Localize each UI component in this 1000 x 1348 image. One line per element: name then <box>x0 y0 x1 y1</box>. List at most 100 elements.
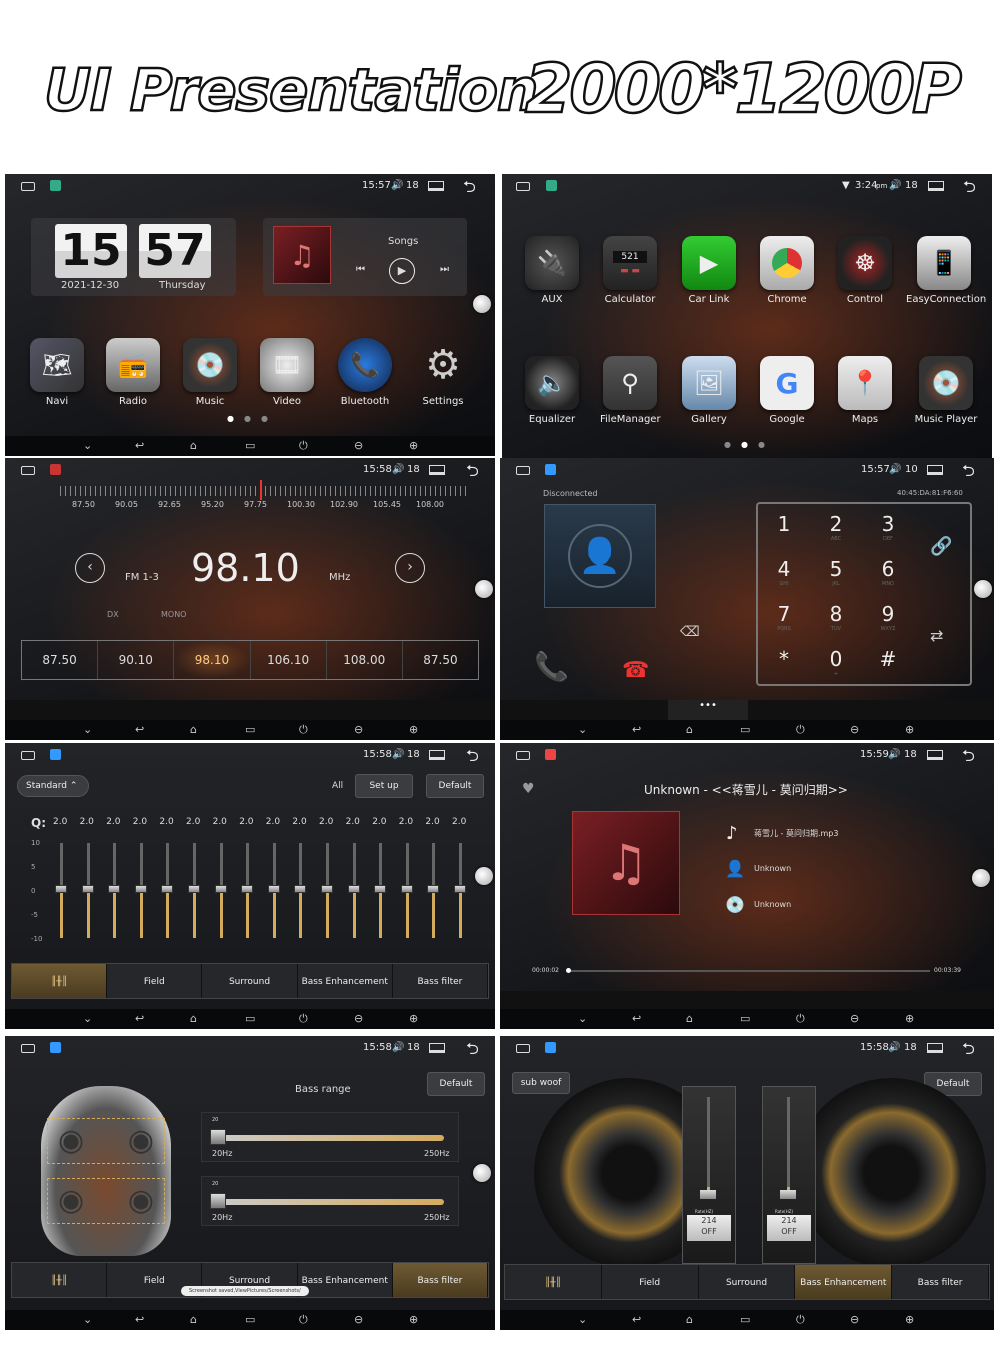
app-calculator[interactable]: 521 ▬ ▬ Calculator <box>600 236 660 305</box>
sub-track[interactable] <box>707 1097 710 1197</box>
recent-icon[interactable]: ▭ <box>740 1012 750 1025</box>
eq-band-knob[interactable] <box>374 885 387 893</box>
q-value[interactable]: 2.0 <box>452 817 466 827</box>
home-icon[interactable] <box>21 751 35 760</box>
q-value[interactable]: 2.0 <box>266 817 280 827</box>
preset-item[interactable]: 87.50 <box>22 641 99 679</box>
tuning-needle[interactable] <box>260 480 262 500</box>
next-icon[interactable]: ⏭ <box>440 264 449 275</box>
preset-item[interactable]: 90.10 <box>98 641 175 679</box>
home-icon[interactable]: ⌂ <box>686 1012 693 1025</box>
app-maps[interactable]: 📍 Maps <box>835 356 895 425</box>
power-icon[interactable]: ⏻ <box>299 1313 308 1327</box>
eq-band-knob[interactable] <box>321 885 333 893</box>
app-music[interactable]: 💿 Music <box>180 338 240 407</box>
app-navi[interactable]: 🗺 Navi <box>27 338 87 407</box>
slider-track[interactable] <box>212 1135 444 1141</box>
volume-down-icon[interactable]: ⊖ <box>354 1313 363 1326</box>
prev-icon[interactable]: ⏮ <box>356 264 365 275</box>
home-icon[interactable]: ⌂ <box>190 723 197 736</box>
eq-band-knob[interactable] <box>134 885 147 893</box>
slider-track[interactable] <box>212 1199 444 1205</box>
collapse-icon[interactable]: ⌄ <box>83 1313 92 1326</box>
tab-bass-enhancement[interactable]: Bass Enhancement <box>298 964 393 998</box>
floating-ball[interactable] <box>473 1164 491 1182</box>
preset-item[interactable]: 87.50 <box>403 641 478 679</box>
tab-eq[interactable]: ║╫║ <box>12 964 108 998</box>
volume-up-icon[interactable]: ⊕ <box>409 1012 418 1025</box>
volume-down-icon[interactable]: ⊖ <box>850 723 859 736</box>
music-toolbar[interactable] <box>500 991 994 1009</box>
q-value[interactable]: 2.0 <box>399 817 413 827</box>
tab-bass-enhancement[interactable]: Bass Enhancement <box>298 1263 393 1297</box>
app-aux[interactable]: 🔌 AUX <box>522 236 582 305</box>
slider-knob[interactable] <box>210 1129 226 1145</box>
volume-up-icon[interactable]: ⊕ <box>905 723 914 736</box>
q-value[interactable]: 2.0 <box>106 817 120 827</box>
app-equalizer[interactable]: 🔈 Equalizer <box>522 356 582 425</box>
q-value[interactable]: 2.0 <box>319 817 333 827</box>
front-speakers[interactable]: ◉ ◉ <box>47 1118 165 1164</box>
audio-transfer-icon[interactable]: ⇄ <box>930 626 943 645</box>
window-icon[interactable] <box>429 1043 445 1053</box>
q-value[interactable]: 2.0 <box>186 817 200 827</box>
home-icon[interactable] <box>21 466 35 475</box>
back-icon[interactable]: ↩ <box>135 439 144 452</box>
q-value[interactable]: 2.0 <box>159 817 173 827</box>
eq-band-knob[interactable] <box>267 885 280 893</box>
app-gallery[interactable]: 🖼 Gallery <box>679 356 739 425</box>
sub-knob[interactable] <box>780 1190 796 1199</box>
rate-box[interactable]: 214 OFF <box>767 1215 811 1241</box>
volume-down-icon[interactable]: ⊖ <box>354 723 363 736</box>
frequency-scale[interactable] <box>60 486 470 496</box>
volume-up-icon[interactable]: ⊕ <box>905 1313 914 1326</box>
back-icon[interactable]: ⮌ <box>963 176 976 203</box>
tab-bass-filter[interactable]: Bass filter <box>393 964 489 998</box>
back-icon[interactable]: ↩ <box>135 1313 144 1326</box>
music-widget[interactable]: ♫ Songs ⏮ ▶ ⏭ <box>263 218 467 296</box>
dial-key[interactable]: 8 TUV <box>810 602 862 632</box>
dial-key[interactable]: 5 JKL <box>810 557 862 587</box>
q-value[interactable]: 2.0 <box>372 817 386 827</box>
floating-ball[interactable] <box>475 580 493 598</box>
app-google[interactable]: G Google <box>757 356 817 425</box>
back-icon[interactable]: ⮌ <box>466 460 479 487</box>
phone-toolbar[interactable]: ••• <box>500 700 994 720</box>
tab-field[interactable]: Field <box>107 964 203 998</box>
recent-icon[interactable]: ▭ <box>740 1313 750 1326</box>
link-icon[interactable]: 🔗 <box>930 536 952 557</box>
dial-key[interactable]: 6 MNO <box>862 557 914 587</box>
back-icon[interactable]: ↩ <box>632 1313 641 1326</box>
clock-widget[interactable]: 15 57 2021-12-30 Thursday <box>31 218 236 296</box>
back-icon[interactable]: ⮌ <box>962 1038 975 1065</box>
hangup-icon[interactable]: ☎ <box>622 658 649 683</box>
dial-key[interactable]: * <box>758 647 810 671</box>
q-value[interactable]: 2.0 <box>80 817 94 827</box>
tab-surround[interactable]: Surround <box>699 1265 796 1299</box>
home-icon[interactable] <box>516 466 530 475</box>
home-icon[interactable]: ⌂ <box>190 1012 197 1025</box>
app-settings[interactable]: ⚙ Settings <box>413 338 473 407</box>
eq-band-knob[interactable] <box>400 885 413 893</box>
radio-toolbar[interactable] <box>5 700 495 720</box>
volume-up-icon[interactable]: ⊕ <box>409 723 418 736</box>
eq-band-knob[interactable] <box>347 885 360 893</box>
back-icon[interactable]: ↩ <box>135 1012 144 1025</box>
dial-key[interactable]: 9 WXYZ <box>862 602 914 632</box>
floating-ball[interactable] <box>473 295 491 313</box>
app-radio[interactable]: 📻 Radio <box>103 338 163 407</box>
volume-up-icon[interactable]: ⊕ <box>409 1313 418 1326</box>
volume-up-icon[interactable]: ⊕ <box>409 439 418 452</box>
preset-dropdown[interactable]: Standard ⌃ <box>17 775 89 797</box>
app-car-link[interactable]: ▶ Car Link <box>679 236 739 305</box>
collapse-icon[interactable]: ⌄ <box>83 1012 92 1025</box>
recent-icon[interactable]: ▭ <box>245 439 255 452</box>
q-value[interactable]: 2.0 <box>425 817 439 827</box>
home-icon[interactable] <box>21 182 35 191</box>
app-music-player[interactable]: 💿 Music Player <box>908 356 984 425</box>
seek-next-button[interactable]: › <box>395 553 425 583</box>
volume-down-icon[interactable]: ⊖ <box>850 1012 859 1025</box>
eq-band-knob[interactable] <box>214 885 227 893</box>
tab-field[interactable]: Field <box>602 1265 699 1299</box>
home-icon[interactable] <box>516 751 530 760</box>
